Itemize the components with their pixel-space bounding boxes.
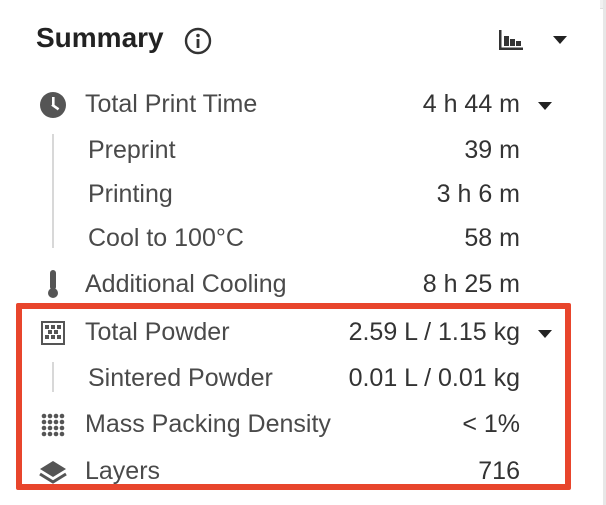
bar-chart-icon[interactable] [497, 28, 525, 52]
row-preprint: Preprint 39 m [0, 130, 600, 170]
row-label: Cool to 100°C [88, 224, 244, 252]
expand-chevron-icon[interactable] [538, 102, 552, 110]
row-value: 4 h 44 m [422, 90, 520, 118]
thermometer-icon [48, 270, 58, 298]
row-value: 8 h 25 m [422, 270, 520, 298]
row-label: Preprint [88, 136, 176, 164]
row-label: Total Print Time [85, 90, 258, 118]
row-label: Additional Cooling [85, 270, 287, 298]
panel-title: Summary [36, 22, 164, 53]
row-cool-to-100c: Cool to 100°C 58 m [0, 218, 600, 258]
info-icon[interactable] [184, 27, 212, 55]
row-label: Printing [88, 180, 173, 208]
highlight-box [16, 303, 571, 490]
clock-icon [40, 92, 66, 118]
summary-panel: Summary Total Print Time 4 h 44 m Prepri… [0, 0, 600, 505]
row-printing: Printing 3 h 6 m [0, 174, 600, 214]
row-value: 39 m [464, 136, 520, 164]
chart-dropdown-chevron-icon[interactable] [553, 36, 567, 44]
row-additional-cooling: Additional Cooling 8 h 25 m [0, 264, 600, 304]
row-total-print-time[interactable]: Total Print Time 4 h 44 m [0, 84, 600, 124]
row-value: 3 h 6 m [436, 180, 520, 208]
row-value: 58 m [464, 224, 520, 252]
